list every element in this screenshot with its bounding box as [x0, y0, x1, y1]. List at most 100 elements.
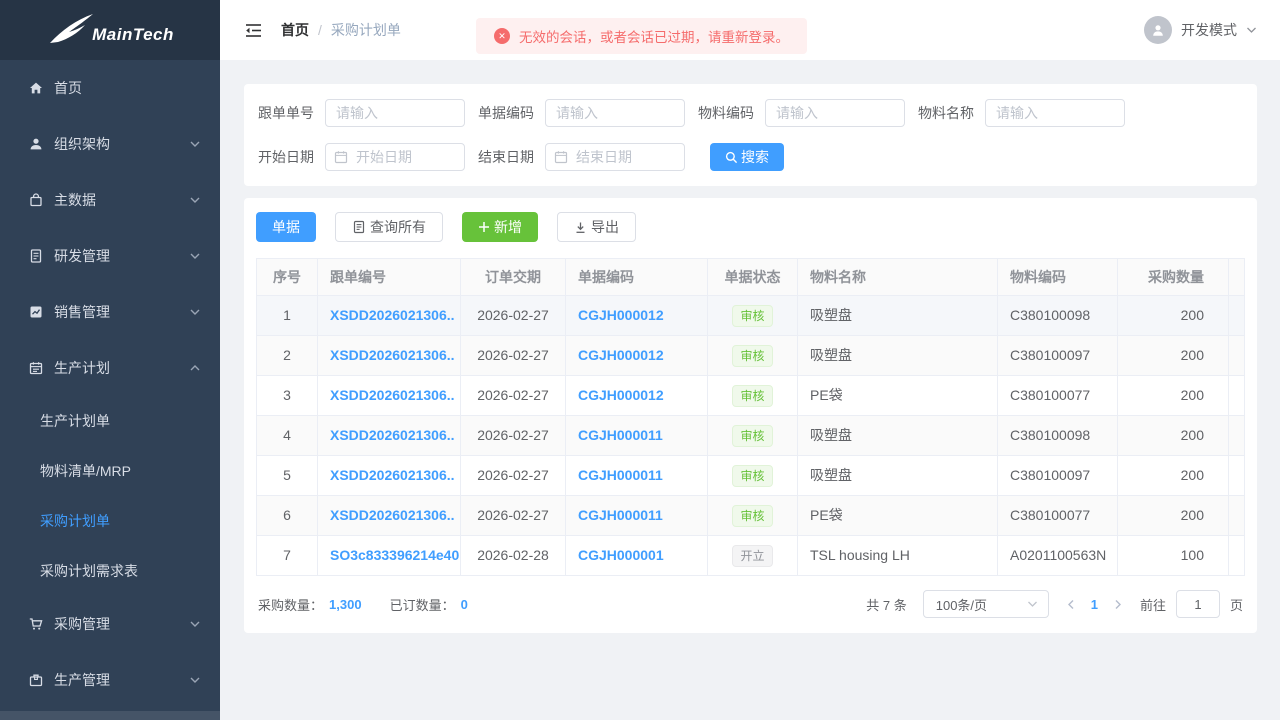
- cell-material-name: TSL housing LH: [797, 535, 998, 576]
- sidebar-item-production-plan[interactable]: 生产计划: [0, 340, 220, 396]
- next-page-button[interactable]: [1114, 599, 1122, 610]
- cell-index: 1: [256, 295, 318, 336]
- sidebar-item-master-data[interactable]: 主数据: [0, 172, 220, 228]
- cell-doc-code[interactable]: CGJH000011: [565, 415, 708, 456]
- cell-doc-code[interactable]: CGJH000011: [565, 495, 708, 536]
- cell-material-code: C380100097: [997, 455, 1118, 496]
- sidebar-subitem-purchase-plan-order[interactable]: 采购计划单: [0, 496, 220, 546]
- cell-doc-code[interactable]: CGJH000012: [565, 335, 708, 376]
- breadcrumb-home[interactable]: 首页: [281, 20, 309, 40]
- sidebar-subitem-production-plan-order[interactable]: 生产计划单: [0, 396, 220, 446]
- page-number[interactable]: 1: [1091, 597, 1098, 612]
- cell-order-no[interactable]: XSDD2026021306..: [317, 295, 461, 336]
- status-badge: 审核: [732, 385, 773, 407]
- order-link[interactable]: XSDD2026021306..: [330, 307, 455, 323]
- prev-page-button[interactable]: [1067, 599, 1075, 610]
- query-all-button[interactable]: 查询所有: [335, 212, 443, 242]
- cell-doc-code[interactable]: CGJH000001: [565, 535, 708, 576]
- field-label-material-code: 物料编码: [698, 105, 754, 121]
- order-link[interactable]: XSDD2026021306..: [330, 387, 455, 403]
- cell-empty: [1228, 495, 1245, 536]
- cell-order-no[interactable]: XSDD2026021306..: [317, 455, 461, 496]
- material-name-input[interactable]: [985, 99, 1125, 127]
- doc-code-link[interactable]: CGJH000011: [578, 467, 663, 483]
- sidebar-subitem-label: 生产计划单: [40, 413, 110, 429]
- search-button-label: 搜索: [741, 149, 769, 165]
- field-label-tracking-no: 跟单单号: [258, 105, 314, 121]
- cell-empty: [1228, 455, 1245, 496]
- doc-code-link[interactable]: CGJH000001: [578, 547, 664, 563]
- cell-doc-code[interactable]: CGJH000012: [565, 375, 708, 416]
- search-button[interactable]: 搜索: [710, 143, 784, 171]
- sidebar-item-label: 生产计划: [54, 360, 110, 376]
- order-link[interactable]: SO3c833396214e40: [330, 547, 459, 563]
- table-row[interactable]: 5 XSDD2026021306.. 2026-02-27 CGJH000011 审核 吸…: [256, 455, 1245, 496]
- doc-code-input[interactable]: [545, 99, 685, 127]
- sidebar-item-production-management[interactable]: 生产管理: [0, 652, 220, 708]
- goto-page-input[interactable]: [1175, 590, 1220, 618]
- calendar-icon: [554, 150, 568, 164]
- cell-order-no[interactable]: XSDD2026021306..: [317, 495, 461, 536]
- cell-material-code: C380100077: [997, 495, 1118, 536]
- user-menu[interactable]: 开发模式: [1144, 16, 1257, 44]
- cell-order-no[interactable]: XSDD2026021306..: [317, 375, 461, 416]
- add-button[interactable]: 新增: [462, 212, 538, 242]
- total-count: 共 7 条: [866, 597, 907, 613]
- sidebar-item-organization[interactable]: 组织架构: [0, 116, 220, 172]
- material-code-input[interactable]: [765, 99, 905, 127]
- collapse-sidebar-icon[interactable]: [244, 22, 263, 39]
- table-row[interactable]: 1 XSDD2026021306.. 2026-02-27 CGJH000012 审核 吸…: [256, 295, 1245, 336]
- doc-code-link[interactable]: CGJH000012: [578, 347, 664, 363]
- order-link[interactable]: XSDD2026021306..: [330, 427, 455, 443]
- cell-due-date: 2026-02-27: [460, 415, 566, 456]
- export-button[interactable]: 导出: [557, 212, 636, 242]
- page-unit-label: 页: [1229, 597, 1243, 613]
- cell-order-no[interactable]: XSDD2026021306..: [317, 335, 461, 376]
- download-icon: [574, 221, 587, 234]
- page-size-select[interactable]: 100条/页: [922, 590, 1049, 618]
- cell-due-date: 2026-02-27: [460, 375, 566, 416]
- table-row[interactable]: 6 XSDD2026021306.. 2026-02-27 CGJH000011 审核 P…: [256, 495, 1245, 536]
- topbar: 首页 / 采购计划单 ✕ 无效的会话，或者会话已过期，请重新登录。 开发模式: [220, 0, 1280, 60]
- cell-doc-code[interactable]: CGJH000012: [565, 295, 708, 336]
- doc-code-link[interactable]: CGJH000011: [578, 427, 663, 443]
- cell-index: 4: [256, 415, 318, 456]
- chart-icon: [28, 304, 44, 320]
- table-row[interactable]: 3 XSDD2026021306.. 2026-02-27 CGJH000012 审核 P…: [256, 375, 1245, 416]
- cell-doc-code[interactable]: CGJH000011: [565, 455, 708, 496]
- cell-empty: [1228, 535, 1245, 576]
- cell-due-date: 2026-02-28: [460, 535, 566, 576]
- sidebar-item-home[interactable]: 首页: [0, 60, 220, 116]
- table-row[interactable]: 4 XSDD2026021306.. 2026-02-27 CGJH000011 审核 吸…: [256, 415, 1245, 456]
- doc-code-link[interactable]: CGJH000012: [578, 387, 664, 403]
- cell-empty: [1228, 375, 1245, 416]
- doc-code-link[interactable]: CGJH000012: [578, 307, 664, 323]
- doc-code-link[interactable]: CGJH000011: [578, 507, 663, 523]
- table-panel: 单据 查询所有 新增 导出 序号 跟单编号 订单交期 单据编码 单据状态 物料名…: [244, 198, 1257, 633]
- sidebar-subitem-purchase-plan-demand[interactable]: 采购计划需求表: [0, 546, 220, 596]
- cell-qty: 200: [1117, 455, 1229, 496]
- purchase-qty-label: 采购数量：: [258, 597, 324, 613]
- order-link[interactable]: XSDD2026021306..: [330, 467, 455, 483]
- table-row[interactable]: 7 SO3c833396214e40 2026-02-28 CGJH000001 开立 T…: [256, 535, 1245, 576]
- table-row[interactable]: 2 XSDD2026021306.. 2026-02-27 CGJH000012 审核 吸…: [256, 335, 1245, 376]
- field-label-doc-code: 单据编码: [478, 105, 534, 121]
- sidebar-item-purchase-management[interactable]: 采购管理: [0, 596, 220, 652]
- cell-qty: 200: [1117, 335, 1229, 376]
- cell-material-name: 吸塑盘: [797, 335, 998, 376]
- cell-status: 审核: [707, 375, 798, 416]
- sidebar-item-rd-management[interactable]: 研发管理: [0, 228, 220, 284]
- tracking-no-input[interactable]: [325, 99, 465, 127]
- cell-order-no[interactable]: SO3c833396214e40: [317, 535, 461, 576]
- cell-status: 审核: [707, 455, 798, 496]
- order-link[interactable]: XSDD2026021306..: [330, 347, 455, 363]
- document-button[interactable]: 单据: [256, 212, 316, 242]
- ordered-qty-value: 0: [460, 596, 468, 612]
- order-link[interactable]: XSDD2026021306..: [330, 507, 455, 523]
- sidebar-item-sales-management[interactable]: 销售管理: [0, 284, 220, 340]
- cell-material-name: PE袋: [797, 495, 998, 536]
- purchase-plan-table: 序号 跟单编号 订单交期 单据编码 单据状态 物料名称 物料编码 采购数量 1X…: [256, 258, 1245, 576]
- sidebar-subitem-bom-mrp[interactable]: 物料清单/MRP: [0, 446, 220, 496]
- logo-swoosh-icon: [46, 10, 96, 50]
- cell-order-no[interactable]: XSDD2026021306..: [317, 415, 461, 456]
